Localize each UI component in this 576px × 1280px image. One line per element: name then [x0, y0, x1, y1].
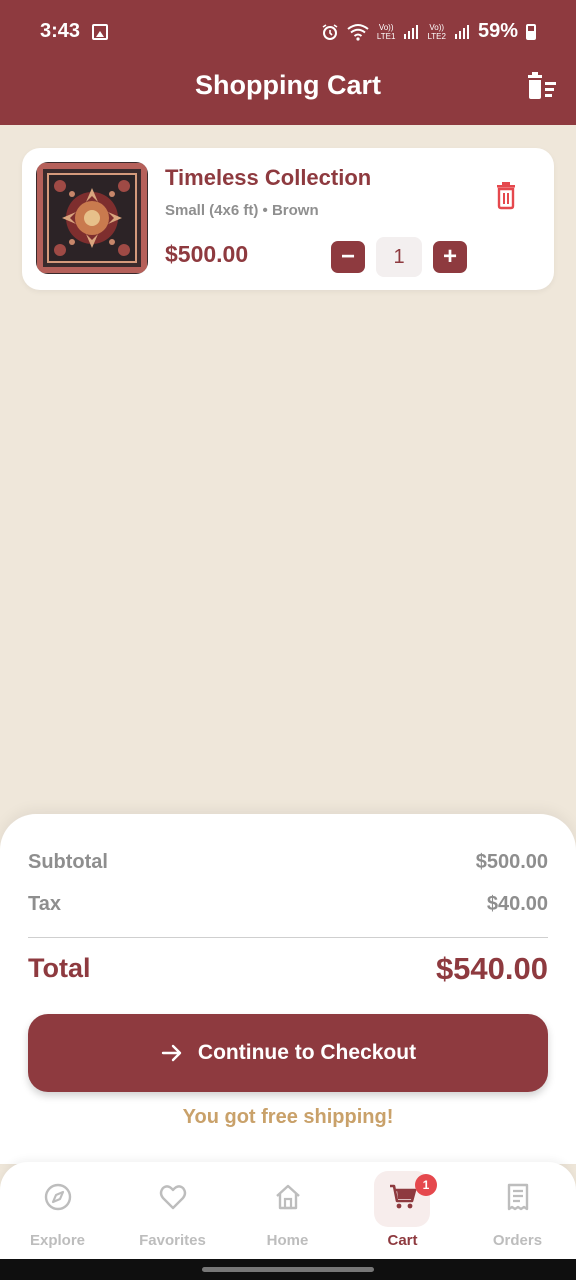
nav-item-home[interactable]: Home [230, 1162, 345, 1259]
nav-label: Explore [29, 1232, 86, 1249]
product-title[interactable]: Timeless Collection [165, 165, 371, 191]
battery-percent: 59% [477, 20, 518, 42]
compass-icon [44, 1183, 72, 1211]
cart-count-badge: 1 [415, 1174, 437, 1196]
nav-label: Favorites [139, 1232, 206, 1249]
signal-icon [404, 24, 419, 39]
free-shipping-message: You got free shipping! [182, 1106, 394, 1128]
tax-label: Tax [28, 893, 61, 915]
arrow-right-icon [161, 1044, 182, 1062]
nav-item-explore[interactable]: Explore [0, 1162, 115, 1259]
order-summary: Subtotal $500.00 Tax $40.00 Total $540.0… [0, 814, 576, 1164]
divider [28, 937, 548, 938]
nav-label: Home [266, 1232, 309, 1249]
product-variant: Small (4x6 ft) • Brown [165, 202, 319, 219]
delete-icon[interactable] [494, 182, 518, 210]
checkout-label: Continue to Checkout [197, 1041, 417, 1064]
decrease-quantity-button[interactable]: − [331, 241, 365, 273]
app-header: Shopping Cart [0, 62, 576, 125]
heart-icon [159, 1185, 187, 1210]
image-icon [92, 24, 108, 40]
sim1-top: Vo)) [378, 22, 394, 32]
checkout-button[interactable]: Continue to Checkout [28, 1014, 548, 1092]
wifi-icon [347, 23, 369, 41]
home-gesture-handle[interactable] [202, 1267, 374, 1272]
total-value: $540.00 [435, 951, 548, 986]
nav-item-orders[interactable]: Orders [460, 1162, 575, 1259]
subtotal-value: $500.00 [475, 851, 548, 873]
sim1-indicator: Vo)) LTE1 [377, 23, 396, 41]
status-time: 3:43 [40, 20, 81, 42]
product-price: $500.00 [165, 241, 249, 267]
quantity-value: 1 [376, 237, 422, 277]
alarm-icon [322, 23, 338, 40]
receipt-icon [507, 1183, 529, 1211]
increase-quantity-button[interactable]: + [433, 241, 467, 273]
home-icon [276, 1184, 300, 1210]
nav-item-favorites[interactable]: Favorites [115, 1162, 230, 1259]
cart-icon [390, 1184, 417, 1209]
rug-image [36, 162, 148, 274]
cart-item-card[interactable]: Timeless Collection Small (4x6 ft) • Bro… [22, 148, 554, 290]
subtotal-label: Subtotal [28, 851, 108, 873]
sim2-bottom: LTE2 [427, 31, 446, 41]
status-icons: Vo)) LTE1 Vo)) LTE2 59% [321, 20, 536, 43]
sim2-top: Vo)) [429, 22, 445, 32]
gesture-bar [0, 1259, 576, 1280]
status-bar: 3:43 Vo)) LTE1 Vo)) LTE2 59% [0, 0, 576, 62]
signal-icon [454, 24, 469, 39]
sim1-bottom: LTE1 [376, 31, 396, 41]
total-label: Total [28, 953, 91, 983]
clear-cart-icon[interactable] [526, 72, 558, 102]
bottom-navigation: Explore Favorites Home 1 Cart Orders [0, 1162, 576, 1259]
sim2-indicator: Vo)) LTE2 [427, 23, 446, 41]
tax-value: $40.00 [486, 893, 548, 915]
nav-item-cart[interactable]: 1 Cart [345, 1162, 460, 1259]
battery-icon [526, 23, 536, 40]
nav-label: Cart [387, 1232, 418, 1249]
page-title: Shopping Cart [195, 70, 381, 100]
nav-label: Orders [492, 1232, 543, 1249]
